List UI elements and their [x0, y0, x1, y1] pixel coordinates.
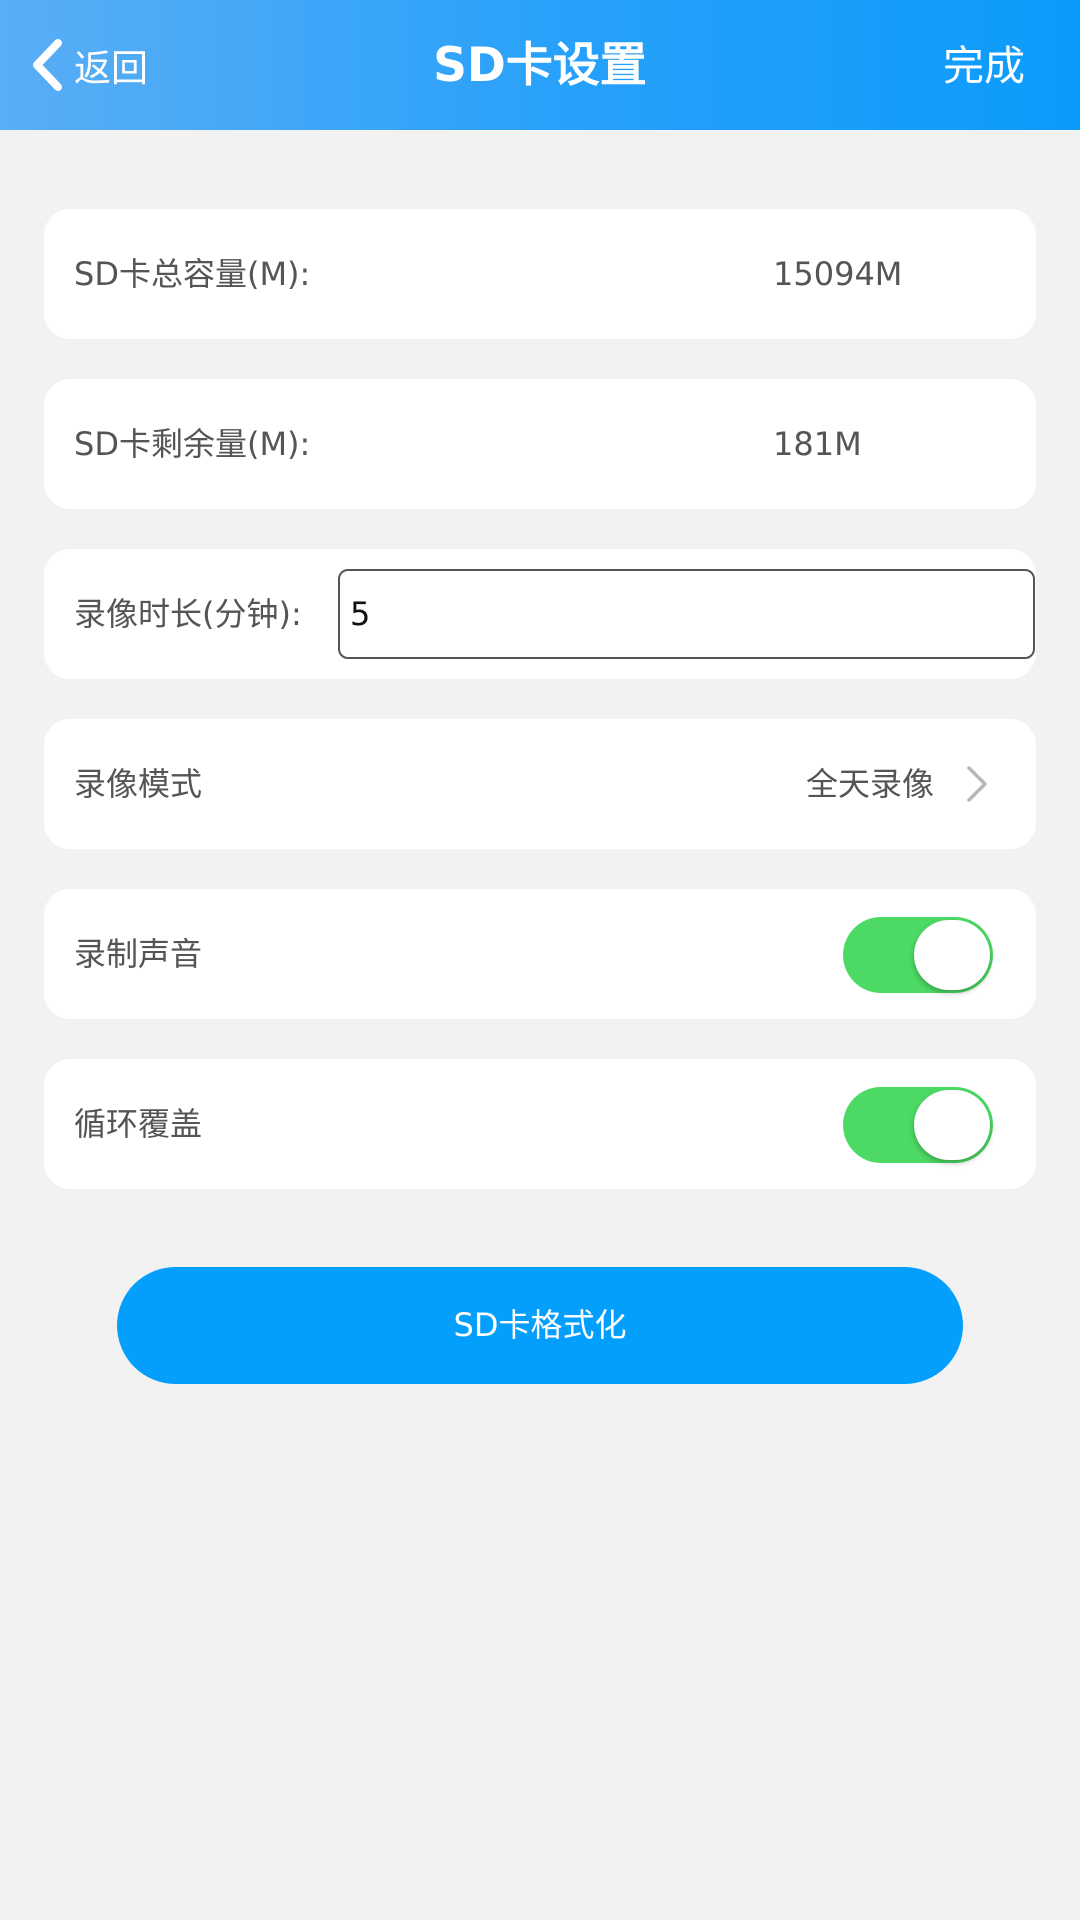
chevron-right-icon [967, 766, 987, 802]
record-audio-toggle[interactable] [843, 917, 993, 993]
record-audio-row: 录制声音 [44, 889, 1036, 1019]
loop-overwrite-toggle[interactable] [843, 1087, 993, 1163]
record-duration-input[interactable] [338, 569, 1035, 659]
remaining-capacity-row: SD卡剩余量(M): 181M [44, 379, 1036, 509]
nav-bar: 返回 SD卡设置 完成 [0, 0, 1080, 130]
page-title: SD卡设置 [433, 38, 647, 93]
toggle-knob [914, 1090, 990, 1160]
done-button[interactable]: 完成 [943, 38, 1025, 94]
record-mode-row[interactable]: 录像模式 全天录像 [44, 719, 1036, 849]
total-capacity-row: SD卡总容量(M): 15094M [44, 209, 1036, 339]
total-capacity-label: SD卡总容量(M): [74, 255, 311, 293]
remaining-capacity-label: SD卡剩余量(M): [74, 425, 311, 463]
record-duration-label: 录像时长(分钟): [74, 595, 302, 633]
record-duration-row: 录像时长(分钟): [44, 549, 1036, 679]
remaining-capacity-value: 181M [773, 425, 862, 463]
total-capacity-value: 15094M [773, 255, 903, 293]
record-audio-label: 录制声音 [74, 935, 203, 973]
record-mode-label: 录像模式 [74, 765, 203, 803]
loop-overwrite-label: 循环覆盖 [74, 1105, 203, 1143]
record-mode-value: 全天录像 [805, 765, 934, 803]
toggle-knob [914, 920, 990, 990]
format-sd-card-button[interactable]: SD卡格式化 [117, 1267, 963, 1384]
loop-overwrite-row: 循环覆盖 [44, 1059, 1036, 1189]
